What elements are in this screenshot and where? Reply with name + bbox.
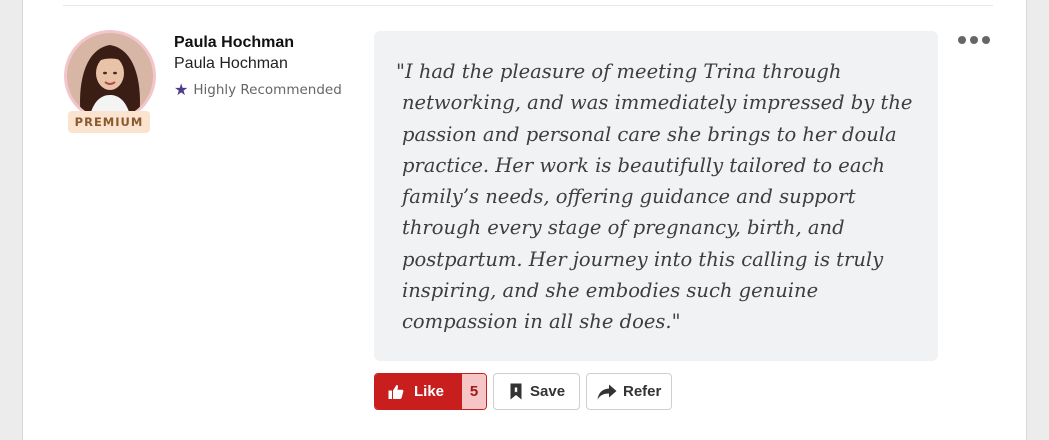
save-button[interactable]: Save bbox=[493, 373, 580, 410]
premium-badge: PREMIUM bbox=[68, 111, 150, 133]
divider bbox=[63, 5, 993, 6]
like-button[interactable]: Like 5 bbox=[374, 373, 487, 410]
like-label: Like bbox=[414, 383, 445, 400]
bookmark-icon bbox=[510, 383, 522, 400]
review-quote: "I had the pleasure of meeting Trina thr… bbox=[396, 60, 913, 334]
dot bbox=[982, 36, 990, 44]
recommendation-label: Highly Recommended bbox=[193, 82, 342, 98]
thumbs-up-icon bbox=[388, 384, 404, 400]
like-count: 5 bbox=[462, 374, 486, 409]
like-main[interactable]: Like bbox=[375, 374, 462, 409]
review-actions: Like 5 Save Refer bbox=[374, 373, 672, 410]
star-icon: ★ bbox=[174, 80, 189, 99]
more-options-icon[interactable] bbox=[958, 36, 990, 44]
recommendation: ★ Highly Recommended bbox=[174, 80, 342, 99]
refer-button[interactable]: Refer bbox=[586, 373, 672, 410]
dot bbox=[958, 36, 966, 44]
avatar-block: PREMIUM bbox=[63, 30, 157, 134]
avatar[interactable] bbox=[64, 30, 156, 122]
author-title: Paula Hochman bbox=[174, 55, 288, 72]
dot bbox=[970, 36, 978, 44]
review-card: PREMIUM Paula Hochman Paula Hochman ★ Hi… bbox=[22, 0, 1027, 440]
share-arrow-icon bbox=[597, 384, 617, 400]
author-info: Paula Hochman Paula Hochman ★ Highly Rec… bbox=[174, 32, 342, 98]
refer-label: Refer bbox=[623, 383, 662, 400]
save-label: Save bbox=[530, 383, 566, 400]
author-name[interactable]: Paula Hochman bbox=[174, 32, 342, 53]
avatar-photo bbox=[67, 33, 153, 119]
review-quote-box: "I had the pleasure of meeting Trina thr… bbox=[374, 31, 938, 361]
